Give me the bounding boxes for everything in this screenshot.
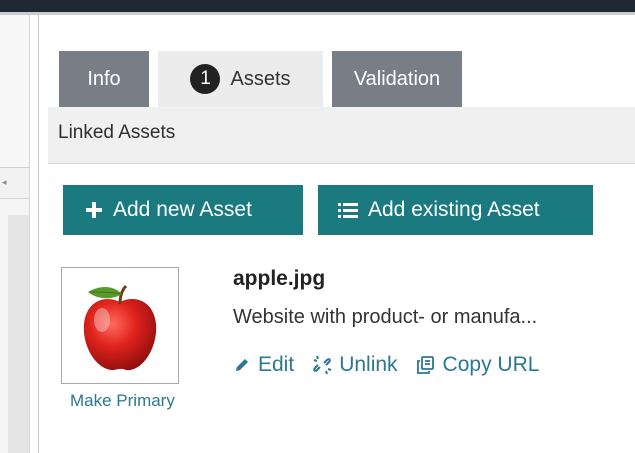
left-pane-scrollbar[interactable] bbox=[8, 215, 29, 453]
pane-splitter[interactable] bbox=[29, 15, 38, 453]
tab-bar: Info 1 Assets Validation bbox=[59, 51, 462, 107]
add-existing-asset-label: Add existing Asset bbox=[368, 198, 540, 221]
section-title: Linked Assets bbox=[58, 122, 176, 143]
plus-icon bbox=[85, 201, 103, 219]
asset-count-badge: 1 bbox=[190, 64, 221, 94]
tab-assets[interactable]: 1 Assets bbox=[158, 51, 323, 107]
unlink-icon bbox=[312, 355, 332, 375]
tab-assets-label: Assets bbox=[230, 67, 291, 90]
make-primary-link[interactable]: Make Primary bbox=[70, 391, 175, 411]
list-icon bbox=[338, 201, 358, 219]
edit-label: Edit bbox=[258, 353, 295, 376]
scroll-left-arrow-icon[interactable]: ◂ bbox=[2, 177, 7, 188]
tab-info-label: Info bbox=[87, 67, 121, 90]
tab-validation-label: Validation bbox=[353, 67, 441, 90]
unlink-label: Unlink bbox=[339, 353, 398, 376]
tab-info[interactable]: Info bbox=[59, 51, 149, 107]
copy-url-label: Copy URL bbox=[442, 353, 540, 376]
add-existing-asset-button[interactable]: Add existing Asset bbox=[318, 185, 593, 235]
top-bar bbox=[0, 0, 635, 12]
asset-description: Website with product- or manufa... bbox=[233, 306, 538, 328]
copy-url-link[interactable]: Copy URL bbox=[416, 353, 540, 377]
add-new-asset-label: Add new Asset bbox=[113, 198, 252, 221]
add-new-asset-button[interactable]: Add new Asset bbox=[63, 185, 303, 235]
section-divider bbox=[48, 163, 635, 164]
asset-actions: Edit Unlink Copy URL bbox=[233, 353, 557, 377]
asset-file-name[interactable]: apple.jpg bbox=[233, 267, 325, 291]
left-pane-section bbox=[0, 15, 29, 168]
unlink-link[interactable]: Unlink bbox=[312, 353, 398, 377]
apple-image bbox=[83, 284, 157, 371]
copy-icon bbox=[416, 355, 436, 375]
left-pane: ◂ bbox=[0, 15, 29, 453]
tab-validation[interactable]: Validation bbox=[332, 51, 462, 107]
edit-link[interactable]: Edit bbox=[233, 353, 294, 377]
pencil-icon bbox=[233, 356, 251, 374]
asset-thumbnail[interactable] bbox=[61, 267, 179, 384]
